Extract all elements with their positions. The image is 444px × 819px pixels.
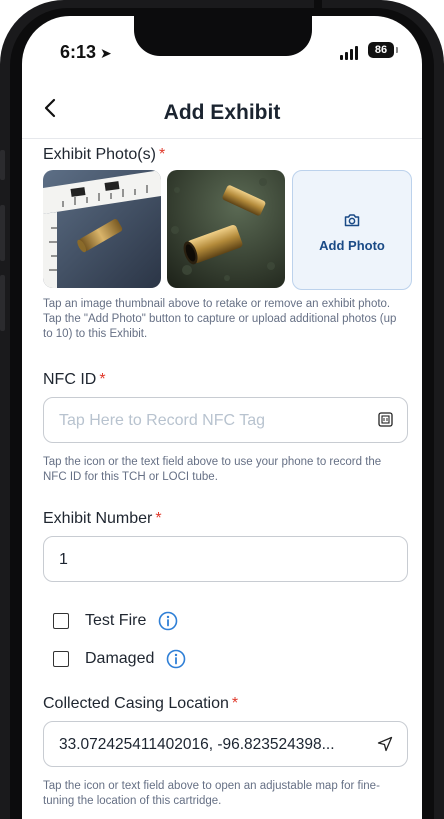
- nfc-help-text: Tap the icon or the text field above to …: [43, 456, 382, 483]
- location-label: Collected Casing Location *: [43, 695, 238, 713]
- exhibit-number-label: Exhibit Number *: [43, 510, 162, 528]
- test-fire-label: Test Fire: [85, 612, 147, 629]
- required-mark: *: [99, 371, 106, 388]
- location-label-text: Collected Casing Location: [43, 695, 229, 712]
- test-fire-checkbox-row[interactable]: Test Fire: [53, 611, 178, 631]
- casing-on-ruler-photo: [43, 170, 161, 288]
- location-arrow-icon: ➤: [100, 45, 112, 61]
- signal-icon: [340, 46, 358, 60]
- photo-thumbnail-2[interactable]: [167, 170, 285, 288]
- exhibit-number-label-text: Exhibit Number: [43, 510, 153, 527]
- battery-tip: [396, 47, 398, 53]
- status-time: 6:13 ➤: [60, 42, 112, 63]
- photos-label: Exhibit Photo(s) *: [43, 146, 165, 164]
- location-input[interactable]: 33.072425411402016, -96.823524398...: [43, 721, 408, 767]
- damaged-checkbox-row[interactable]: Damaged: [53, 649, 186, 669]
- damaged-label: Damaged: [85, 650, 155, 667]
- photos-label-text: Exhibit Photo(s): [43, 146, 156, 163]
- page-title: Add Exhibit: [163, 101, 281, 124]
- test-fire-checkbox[interactable]: [53, 613, 69, 629]
- required-mark: *: [231, 695, 239, 712]
- casings-on-ground-photo: [167, 170, 285, 288]
- nav-header: Add Exhibit: [22, 76, 422, 139]
- damaged-checkbox[interactable]: [53, 651, 69, 667]
- info-icon[interactable]: [166, 649, 186, 669]
- volume-up-button: [0, 205, 5, 261]
- nfc-input[interactable]: Tap Here to Record NFC Tag: [43, 397, 408, 443]
- photo-thumbnail-1[interactable]: [43, 170, 161, 288]
- location-arrow-icon[interactable]: [377, 736, 393, 752]
- nfc-placeholder: Tap Here to Record NFC Tag: [59, 412, 266, 429]
- info-icon[interactable]: [158, 611, 178, 631]
- required-mark: *: [158, 146, 166, 163]
- side-button: [0, 150, 5, 180]
- battery-icon: 86: [368, 42, 394, 58]
- volume-down-button: [0, 275, 5, 331]
- nfc-label: NFC ID *: [43, 371, 106, 389]
- status-time-text: 6:13: [60, 42, 97, 62]
- app-screen: 6:13➤ 86 Add Exhibit Exhibit Photo(s)*: [22, 16, 422, 819]
- exhibit-number-input[interactable]: 1: [43, 536, 408, 582]
- dynamic-island: [134, 16, 312, 56]
- location-value: 33.072425411402016, -96.823524398...: [59, 736, 335, 753]
- nfc-label-text: NFC ID: [43, 371, 97, 388]
- add-photo-label: Add Photo: [319, 238, 385, 253]
- camera-icon: [344, 214, 360, 227]
- required-mark: *: [155, 510, 162, 527]
- exhibit-number-value: 1: [59, 551, 68, 568]
- add-photo-button[interactable]: Add Photo: [292, 170, 412, 290]
- photos-help-text: Tap an image thumbnail above to retake o…: [43, 298, 397, 340]
- nfc-scan-icon[interactable]: [378, 412, 393, 427]
- location-help-text: Tap the icon or text field above to open…: [43, 780, 380, 807]
